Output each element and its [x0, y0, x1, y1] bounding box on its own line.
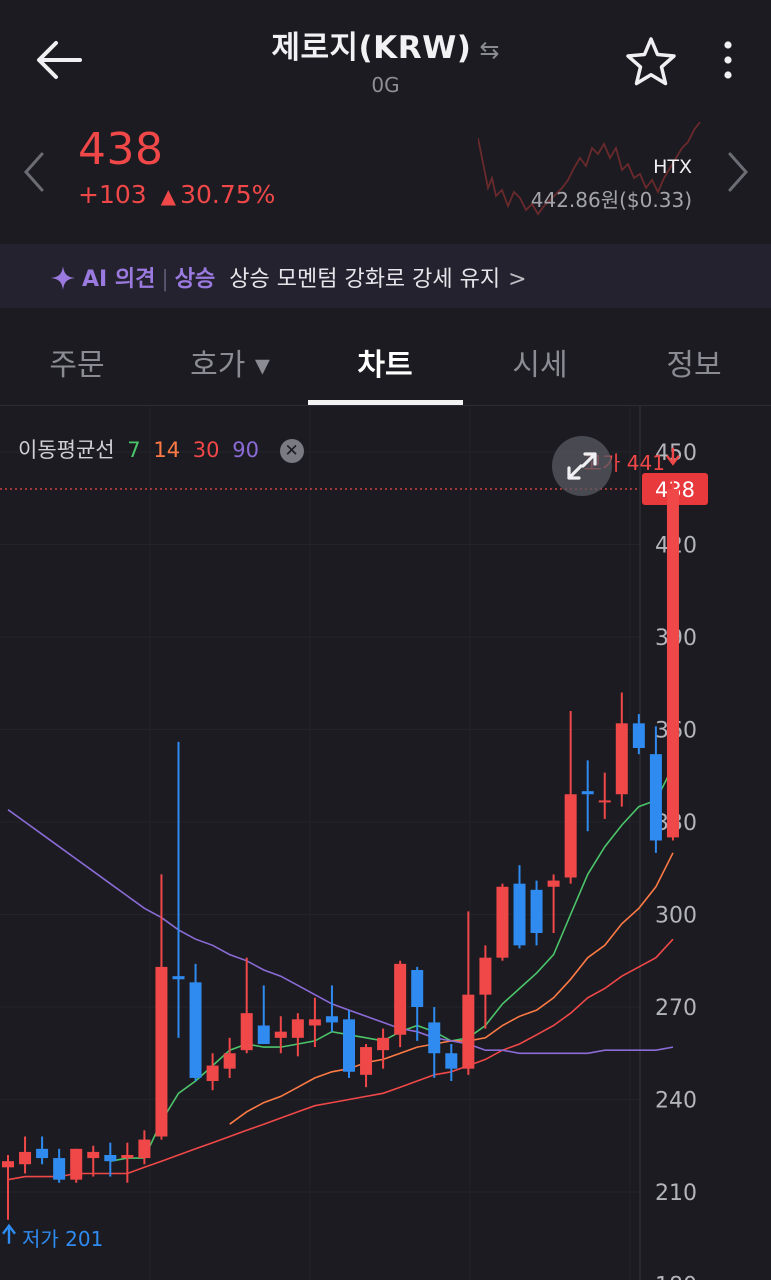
candle-body[interactable] [325, 1016, 338, 1023]
tab-orderbook[interactable]: 호가 ▾ [170, 340, 290, 384]
candle-body[interactable] [360, 1047, 373, 1075]
candle-body[interactable] [189, 982, 202, 1078]
candle-body[interactable] [104, 1155, 117, 1162]
next-asset-button[interactable] [724, 150, 754, 194]
up-triangle-icon: ▲ [160, 184, 177, 208]
y-tick-label: 210 [655, 1181, 697, 1206]
page-title: 제로지(KRW) [271, 30, 472, 66]
sparkle-icon [51, 266, 75, 290]
close-icon[interactable]: ✕ [279, 439, 304, 463]
ma-90-label: 90 [232, 438, 259, 462]
candle-body[interactable] [411, 970, 424, 1007]
tab-chart[interactable]: 차트 [325, 340, 445, 384]
ma-7-label: 7 [127, 438, 141, 462]
candle-body[interactable] [70, 1148, 83, 1180]
ai-opinion-text: 상승 모멘텀 강화로 강세 유지 [229, 267, 501, 292]
more-button[interactable] [715, 36, 741, 88]
ai-trend: 상승 [174, 267, 216, 292]
candle-body[interactable] [445, 1053, 458, 1069]
tab-order[interactable]: 주문 [17, 340, 137, 384]
expand-icon [567, 452, 597, 480]
ai-opinion-label: AI 의견 [82, 267, 156, 292]
favorite-button[interactable] [622, 36, 680, 88]
tab-quotes[interactable]: 시세 [480, 340, 600, 384]
candle-body[interactable] [564, 794, 577, 878]
fullscreen-button[interactable] [552, 436, 612, 496]
exchange-name: HTX [653, 156, 692, 178]
ai-separator: | [161, 267, 169, 292]
exchange-price: 442.86원($0.33) [530, 188, 692, 212]
candle-body[interactable] [598, 800, 611, 803]
candle-body[interactable] [428, 1022, 441, 1054]
candle-body[interactable] [87, 1151, 100, 1159]
y-tick-label: 180 [655, 1274, 697, 1280]
candle-body[interactable] [155, 966, 168, 1137]
candle-body[interactable] [547, 880, 560, 887]
candle-body[interactable] [172, 976, 185, 980]
ma-legend-label: 이동평균선 [18, 438, 115, 462]
y-tick-label: 270 [655, 996, 697, 1021]
star-icon [626, 37, 676, 86]
candle-body[interactable] [666, 489, 679, 838]
chevron-right-icon [728, 152, 749, 192]
candle-body[interactable] [496, 886, 509, 958]
candle-body[interactable] [615, 723, 628, 795]
low-price-label: 저가 201 [22, 1227, 103, 1251]
price-change: +103 ▲ 30.75% [78, 180, 275, 209]
candle-body[interactable] [138, 1139, 151, 1159]
candle-body[interactable] [223, 1053, 236, 1069]
y-tick-label: 300 [655, 904, 697, 929]
candle-body[interactable] [394, 963, 407, 1035]
arrow-up-icon [2, 1223, 16, 1244]
candle-body[interactable] [36, 1148, 49, 1159]
price-change-pct: 30.75% [180, 180, 276, 209]
swap-icon[interactable]: ⇆ [479, 36, 499, 64]
ai-opinion-banner[interactable]: AI 의견 | 상승 상승 모멘텀 강화로 강세 유지 > [0, 244, 771, 308]
candle-body[interactable] [581, 791, 594, 795]
candle-body[interactable] [291, 1019, 304, 1038]
candle-body[interactable] [513, 883, 526, 946]
price-change-abs: +103 [78, 180, 147, 209]
candle-body[interactable] [479, 957, 492, 995]
ma-14-label: 14 [153, 438, 181, 462]
candle-body[interactable] [240, 1013, 253, 1051]
y-tick-label: 240 [655, 1089, 697, 1114]
chevron-right-icon: > [508, 267, 527, 292]
candle-body[interactable] [632, 723, 645, 748]
candle-body[interactable] [274, 1031, 287, 1038]
candle-body[interactable] [530, 889, 543, 933]
candle-body[interactable] [257, 1025, 270, 1045]
candle-body[interactable] [343, 1019, 355, 1072]
candle-body[interactable] [649, 754, 662, 841]
ma-30-label: 30 [192, 438, 220, 462]
chevron-left-icon [23, 152, 44, 192]
candle-body[interactable] [121, 1155, 134, 1159]
current-price: 438 [78, 124, 164, 175]
candle-body[interactable] [19, 1151, 32, 1165]
tab-info[interactable]: 정보 [634, 340, 754, 384]
candle-body[interactable] [308, 1019, 321, 1026]
candle-body[interactable] [53, 1158, 66, 1180]
candle-body[interactable] [206, 1065, 219, 1081]
ma-14-line [229, 852, 674, 1125]
candle-body[interactable] [2, 1161, 14, 1168]
moving-average-legend: 이동평균선 7 14 30 90 ✕ [18, 434, 310, 464]
prev-asset-button[interactable] [18, 150, 48, 194]
candlestick-chart[interactable]: 450420390360330300270240210180438고가 441저… [0, 406, 771, 1280]
more-vertical-icon [724, 41, 732, 79]
candle-body[interactable] [377, 1037, 390, 1051]
candle-body[interactable] [462, 994, 475, 1069]
